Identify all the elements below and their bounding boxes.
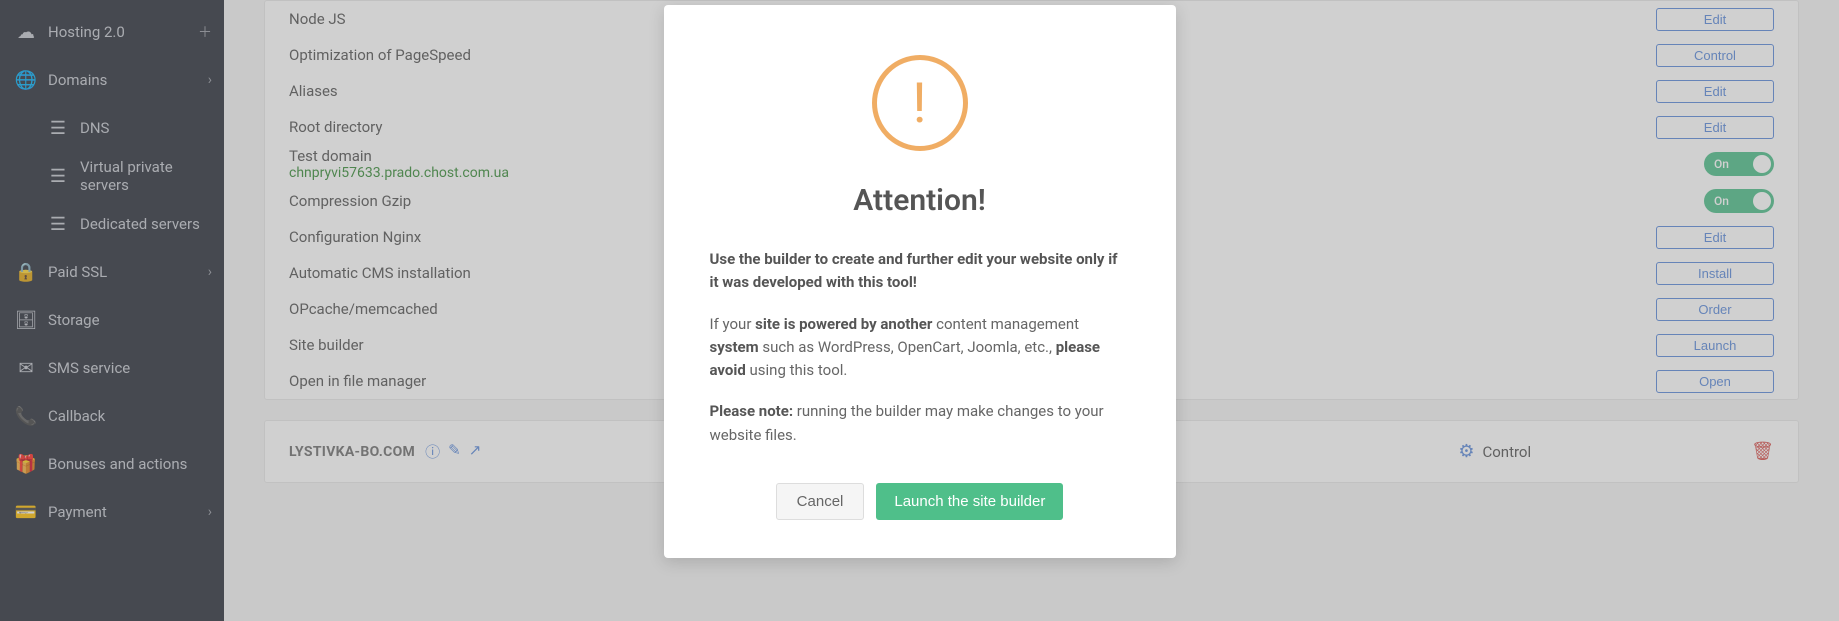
modal-p3: Please note: running the builder may mak… (710, 400, 1130, 447)
launch-site-builder-button[interactable]: Launch the site builder (876, 483, 1063, 520)
attention-modal: ! Attention! Use the builder to create a… (664, 5, 1176, 558)
modal-p2: If your site is powered by another conte… (710, 313, 1130, 383)
warning-icon: ! (872, 55, 968, 151)
modal-title: Attention! (710, 183, 1130, 218)
modal-overlay: ! Attention! Use the builder to create a… (0, 0, 1839, 621)
cancel-button[interactable]: Cancel (776, 483, 865, 520)
modal-p1: Use the builder to create and further ed… (710, 248, 1130, 295)
